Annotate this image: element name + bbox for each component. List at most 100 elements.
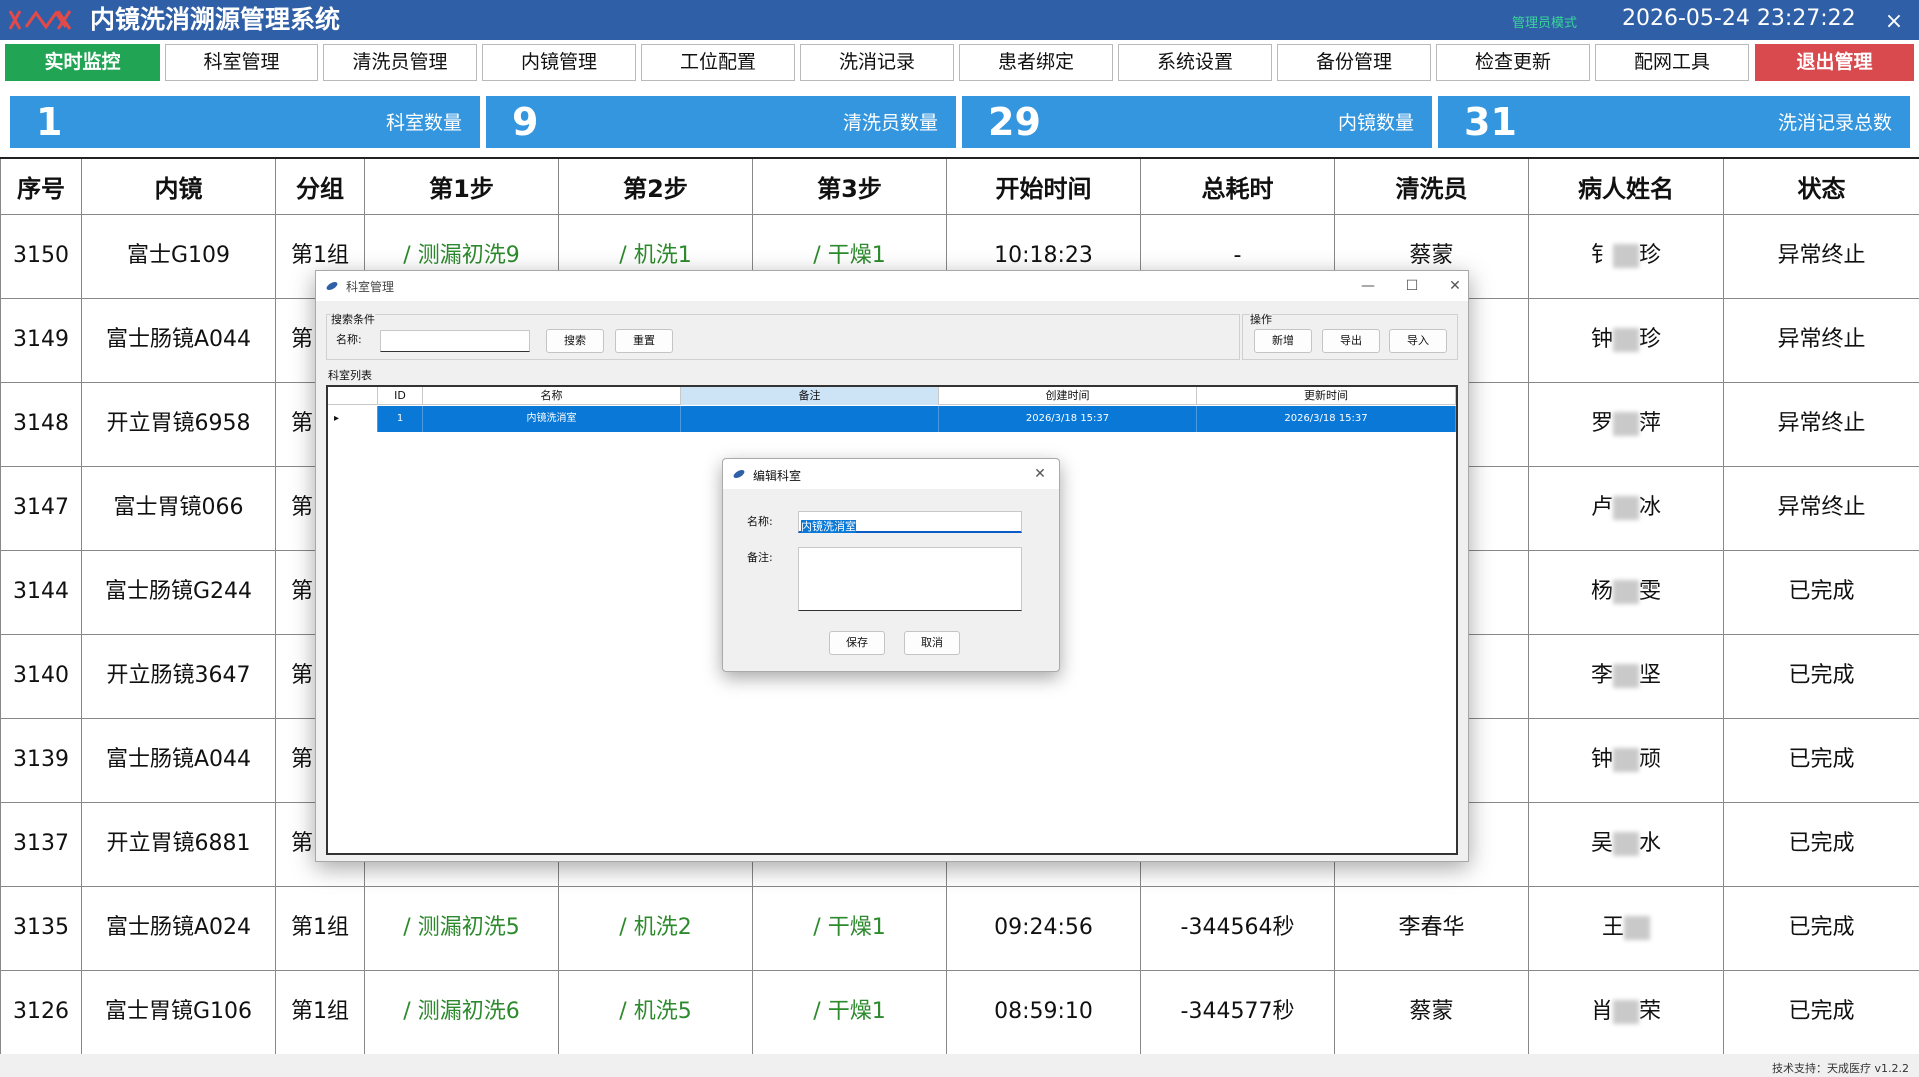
grid-col-header[interactable]: 创建时间 [939, 387, 1197, 405]
add-button[interactable]: 新增 [1254, 329, 1312, 353]
cell-status: 异常终止 [1723, 465, 1919, 551]
cell-endoscope: 富士胃镜G106 [81, 969, 276, 1055]
edit-dialog-titlebar: 编辑科室 ✕ [723, 459, 1059, 489]
stat-value: 29 [988, 100, 1041, 144]
col-header[interactable]: 序号 [0, 157, 82, 215]
col-header[interactable]: 分组 [275, 157, 365, 215]
col-header[interactable]: 内镜 [81, 157, 276, 215]
col-header[interactable]: 清洗员 [1334, 157, 1529, 215]
table-row[interactable]: 3126 富士胃镜G106 第1组 / 测漏初洗6/ 机洗5/ 干燥1 08:59:10… [0, 969, 1919, 1055]
menu-patient-binding[interactable]: 患者绑定 [959, 44, 1113, 81]
patient-name-first: 钅 [1590, 243, 1613, 268]
cancel-button[interactable]: 取消 [904, 631, 960, 655]
cell-id: 3126 [0, 969, 82, 1055]
cell-patient-name: 钅珍 [1528, 213, 1724, 299]
stat-value: 9 [512, 100, 539, 144]
grid-row-selected[interactable]: ▸ 1 内镜洗消室 2026/3/18 15:37 2026/3/18 15:3… [328, 406, 1456, 432]
edit-name-value: 内镜洗消室 [801, 520, 856, 533]
patient-name-last: 水 [1639, 831, 1662, 856]
menu-endoscope[interactable]: 内镜管理 [482, 44, 636, 81]
maximize-button[interactable]: ☐ [1397, 275, 1427, 297]
app-title: 内镜洗消溯源管理系统 [90, 5, 341, 34]
cell-endoscope: 富士肠镜A044 [81, 297, 276, 383]
col-header[interactable]: 第2步 [558, 157, 753, 215]
cell-step1: / 测漏初洗6 [364, 969, 559, 1055]
search-button[interactable]: 搜索 [546, 329, 604, 353]
privacy-mosaic [1613, 580, 1639, 604]
cell-id: 3149 [0, 297, 82, 383]
department-dialog-title: 科室管理 [346, 280, 395, 294]
menu-network-tool[interactable]: 配网工具 [1595, 44, 1749, 81]
col-header[interactable]: 第3步 [752, 157, 947, 215]
export-button[interactable]: 导出 [1322, 329, 1380, 353]
cell-step1: / 测漏初洗5 [364, 885, 559, 971]
close-edit-button[interactable]: ✕ [1025, 463, 1055, 485]
stat-label: 清洗员数量 [842, 112, 938, 134]
cell-id: 3147 [0, 465, 82, 551]
col-header[interactable]: 状态 [1723, 157, 1919, 215]
patient-name-last: 珍 [1639, 243, 1662, 268]
grid-cell-created[interactable]: 2026/3/18 15:37 [939, 406, 1197, 432]
grid-col-header[interactable]: 更新时间 [1197, 387, 1456, 405]
search-name-input[interactable] [380, 330, 530, 352]
minimize-button[interactable]: — [1353, 275, 1383, 297]
app-window-icon [733, 470, 745, 478]
cell-patient-name: 吴水 [1528, 801, 1724, 887]
department-dialog-titlebar: 科室管理 — ☐ ✕ [316, 271, 1468, 301]
cell-cleaner: 蔡蒙 [1334, 969, 1529, 1055]
patient-name-first: 吴 [1590, 831, 1613, 856]
close-app-button[interactable]: × [1880, 8, 1908, 36]
cell-patient-name: 王 [1528, 885, 1724, 971]
reset-button[interactable]: 重置 [615, 329, 673, 353]
cell-step2: / 机洗2 [558, 885, 753, 971]
grid-col-header[interactable]: 备注 [681, 387, 939, 405]
cell-endoscope: 富士肠镜A044 [81, 717, 276, 803]
grid-col-header[interactable]: ID [378, 387, 423, 405]
col-header[interactable]: 病人姓名 [1528, 157, 1724, 215]
tech-support-credit: 技术支持：天成医疗 v1.2.2 [1772, 1062, 1909, 1075]
row-selector-icon[interactable]: ▸ [328, 406, 378, 432]
grid-cell-name[interactable]: 内镜洗消室 [423, 406, 681, 432]
save-button[interactable]: 保存 [829, 631, 885, 655]
cell-status: 已完成 [1723, 969, 1919, 1055]
col-header[interactable]: 第1步 [364, 157, 559, 215]
cell-patient-name: 肖荣 [1528, 969, 1724, 1055]
patient-name-first: 罗 [1590, 411, 1613, 436]
table-row[interactable]: 3135 富士肠镜A024 第1组 / 测漏初洗5/ 机洗2/ 干燥1 09:24:56… [0, 885, 1919, 971]
cell-total-time: -344564秒 [1140, 885, 1335, 971]
col-header[interactable]: 开始时间 [946, 157, 1141, 215]
menu-backup[interactable]: 备份管理 [1277, 44, 1431, 81]
patient-name-first: 杨 [1590, 579, 1613, 604]
department-list-label: 科室列表 [328, 369, 372, 382]
import-button[interactable]: 导入 [1389, 329, 1447, 353]
privacy-mosaic [1613, 328, 1639, 352]
menu-records[interactable]: 洗消记录 [800, 44, 954, 81]
grid-cell-note[interactable] [681, 406, 939, 432]
privacy-mosaic [1613, 664, 1639, 688]
stat-departments: 1 科室数量 [10, 96, 480, 148]
privacy-mosaic [1613, 244, 1639, 268]
stat-cleaners: 9 清洗员数量 [486, 96, 956, 148]
menu-settings[interactable]: 系统设置 [1118, 44, 1272, 81]
cell-id: 3150 [0, 213, 82, 299]
grid-col-header[interactable]: 名称 [423, 387, 681, 405]
menu-department[interactable]: 科室管理 [165, 44, 318, 81]
menu-exit-admin[interactable]: 退出管理 [1755, 44, 1914, 81]
table-header-row: 序号 内镜 分组 第1步 第2步 第3步 开始时间 总耗时 清洗员 病人姓名 状… [0, 157, 1919, 215]
grid-cell-updated[interactable]: 2026/3/18 15:37 [1197, 406, 1456, 432]
patient-name-last: 冰 [1639, 495, 1662, 520]
close-dialog-button[interactable]: ✕ [1440, 275, 1470, 297]
col-header[interactable]: 总耗时 [1140, 157, 1335, 215]
menu-cleaner[interactable]: 清洗员管理 [323, 44, 477, 81]
cell-status: 异常终止 [1723, 213, 1919, 299]
menu-workstation[interactable]: 工位配置 [641, 44, 795, 81]
grid-cell-id[interactable]: 1 [378, 406, 423, 432]
cell-step3: / 干燥1 [752, 969, 947, 1055]
edit-note-textarea[interactable] [798, 547, 1022, 611]
edit-name-input[interactable]: 内镜洗消室 [798, 511, 1022, 533]
menu-realtime-monitor[interactable]: 实时监控 [5, 44, 160, 81]
patient-name-first: 钟 [1590, 747, 1613, 772]
cell-id: 3140 [0, 633, 82, 719]
menu-check-update[interactable]: 检查更新 [1436, 44, 1590, 81]
stat-label: 洗消记录总数 [1777, 112, 1892, 134]
